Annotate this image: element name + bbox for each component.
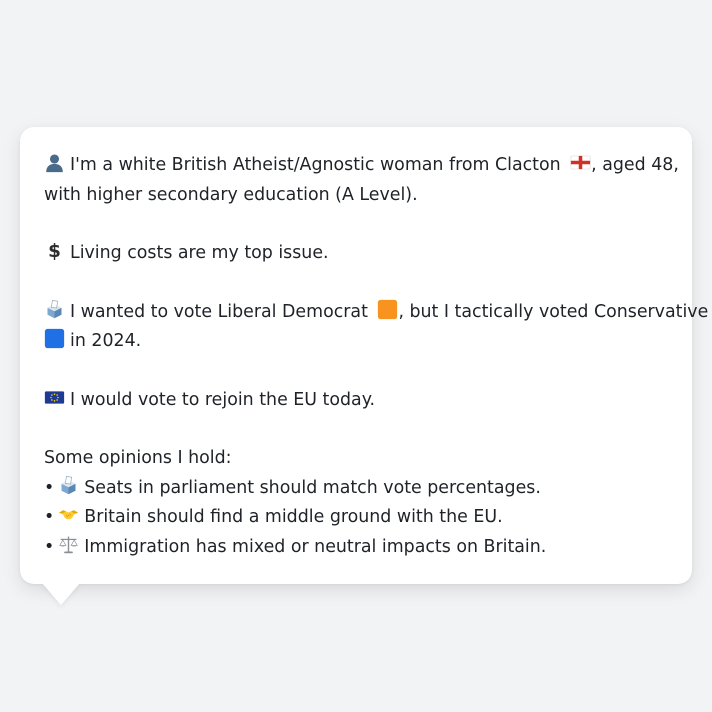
opinions-heading: Some opinions I hold: bbox=[44, 448, 232, 468]
england-flag-icon bbox=[570, 152, 591, 173]
vote-paragraph: I wanted to vote Liberal Democrat , but … bbox=[44, 298, 708, 357]
bullet: • bbox=[44, 477, 55, 498]
heavy-dollar-sign-icon: $ bbox=[44, 240, 65, 261]
identity-text: I'm a white British Atheist/Agnostic wom… bbox=[70, 155, 561, 175]
vote-intent-text: I wanted to vote Liberal Democrat bbox=[70, 301, 368, 322]
eu-flag-icon bbox=[44, 387, 65, 408]
vote-line-1: I wanted to vote Liberal Democrat , but … bbox=[44, 298, 708, 328]
eu-text: I would vote to rejoin the EU today. bbox=[70, 389, 376, 410]
opinion-text: Seats in parliament should match vote pe… bbox=[84, 477, 541, 498]
opinions-section: Some opinions I hold: • Seats in parliam… bbox=[44, 444, 668, 562]
opinion-text: Britain should find a middle ground with… bbox=[84, 507, 503, 527]
age-text: , aged 48, bbox=[591, 155, 679, 175]
message-bubble: I'm a white British Atheist/Agnostic wom… bbox=[20, 127, 708, 584]
list-item: • Immigration has mixed or neutral impac… bbox=[44, 533, 668, 563]
top-issue-paragraph: $ Living costs are my top issue. bbox=[44, 239, 668, 269]
eu-paragraph: I would vote to rejoin the EU today. bbox=[44, 386, 668, 416]
vote-year-text: in 2024. bbox=[70, 331, 142, 351]
education-line: with higher secondary education (A Level… bbox=[44, 184, 418, 205]
bullet: • bbox=[44, 536, 55, 557]
top-issue-line: $ Living costs are my top issue. bbox=[44, 239, 668, 269]
bullet: • bbox=[44, 507, 55, 527]
list-item: • Seats in parliament should match vote … bbox=[44, 474, 668, 504]
ballot-box-icon bbox=[58, 475, 79, 496]
blue-square-icon bbox=[44, 328, 65, 349]
bubble-tail bbox=[42, 583, 80, 605]
person-silhouette-icon bbox=[44, 152, 65, 173]
opinion-text: Immigration has mixed or neutral impacts… bbox=[84, 536, 547, 557]
ballot-box-icon bbox=[44, 299, 65, 320]
identity-paragraph: I'm a white British Atheist/Agnostic wom… bbox=[44, 151, 679, 210]
eu-line: I would vote to rejoin the EU today. bbox=[44, 386, 668, 416]
list-item: • Britain should find a middle ground wi… bbox=[44, 503, 668, 533]
balance-scale-icon bbox=[58, 534, 79, 555]
handshake-icon bbox=[58, 504, 79, 525]
identity-line: I'm a white British Atheist/Agnostic wom… bbox=[44, 151, 679, 181]
vote-actual-text: , but I tactically voted Conservative bbox=[398, 301, 709, 322]
top-issue-text: Living costs are my top issue. bbox=[70, 243, 329, 263]
vote-line-2: in 2024. bbox=[44, 327, 668, 357]
orange-square-icon bbox=[377, 299, 398, 320]
svg-text:$: $ bbox=[48, 241, 61, 261]
